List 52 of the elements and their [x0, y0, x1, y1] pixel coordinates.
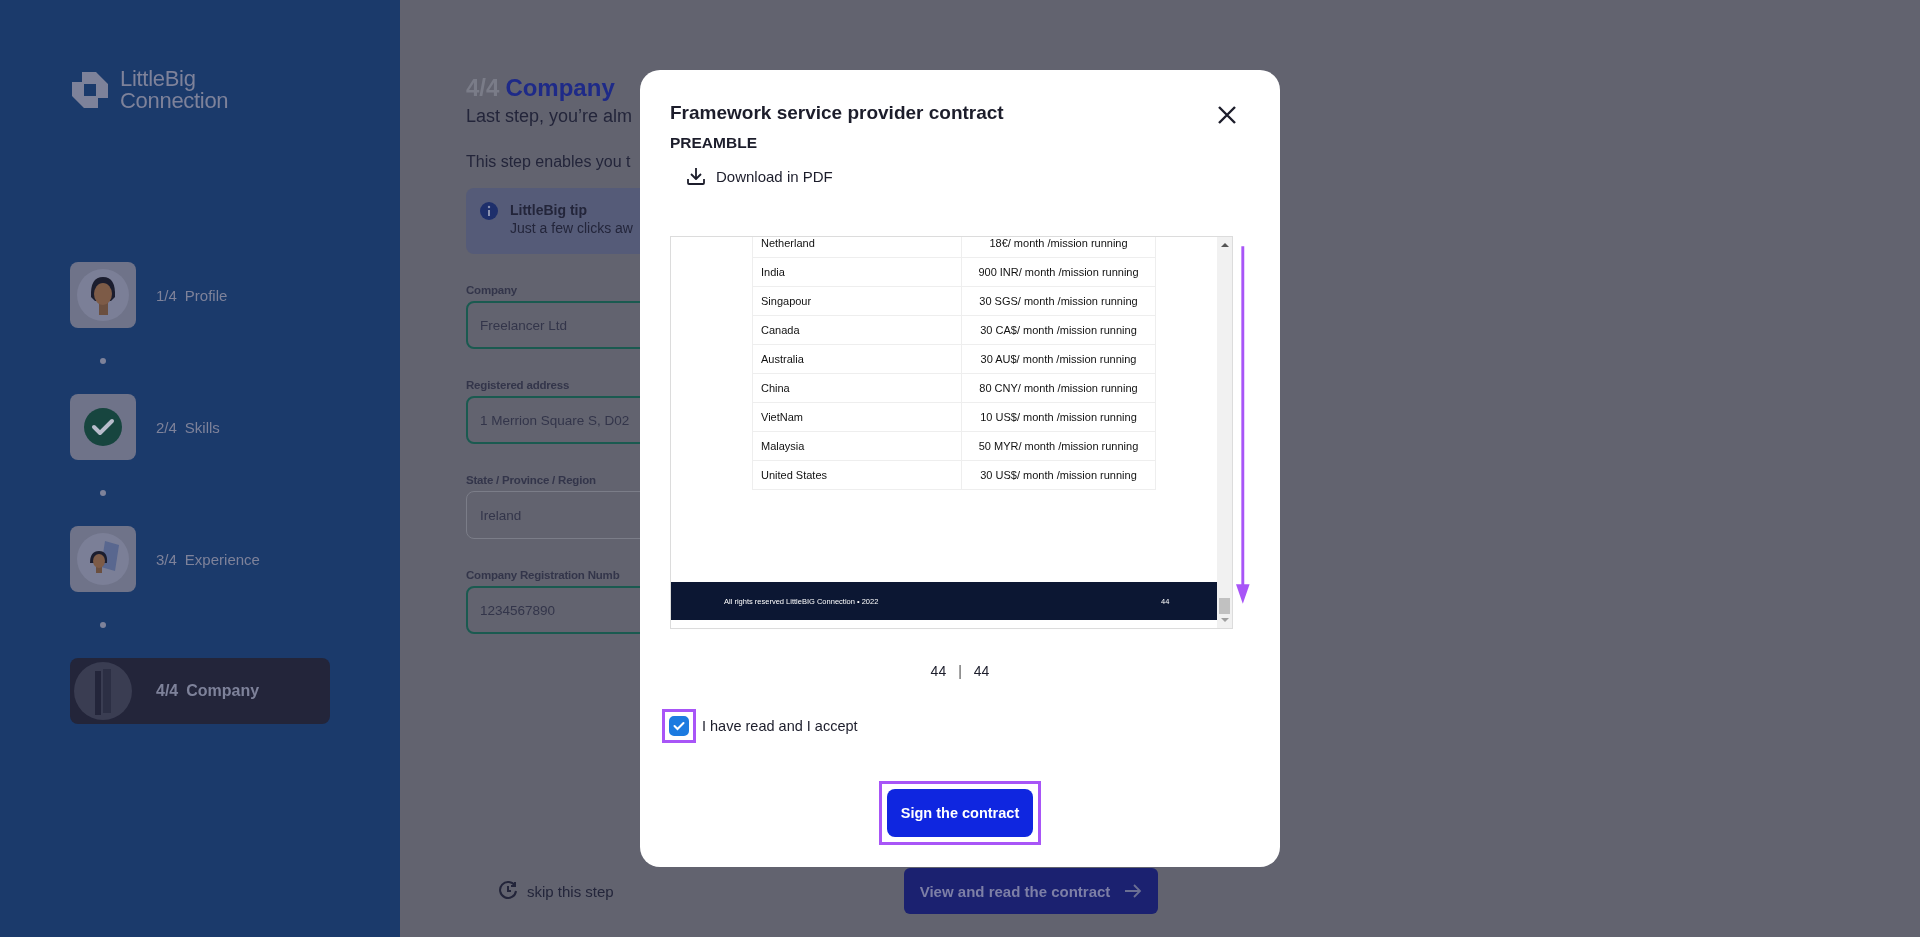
skip-link[interactable]: skip this step: [497, 880, 614, 902]
step-item[interactable]: 1/4 Profile: [70, 262, 330, 328]
clock-icon: [497, 880, 519, 902]
table-cell-text: 80 CNY/ month /mission running: [978, 381, 1139, 396]
tip-text: Just a few clicks aw: [510, 220, 633, 236]
sign-button[interactable]: Sign the contract: [886, 789, 1034, 837]
close-icon[interactable]: [1218, 106, 1236, 124]
table-cell: Malaysia: [753, 432, 962, 460]
dialog-title: Framework service provider contract: [670, 102, 1004, 124]
table-cell-text: 30 US$/ month /mission running: [979, 468, 1138, 483]
page-title: Company: [505, 74, 615, 101]
accept-checkbox[interactable]: [669, 716, 689, 736]
view-contract-button[interactable]: View and read the contract: [903, 868, 1159, 914]
table-cell-text: 10 US$/ month /mission running: [979, 410, 1138, 425]
check-icon: [673, 721, 685, 731]
table-cell: Australia: [753, 345, 962, 373]
info-icon: [480, 202, 498, 220]
table-cell: China: [753, 374, 962, 402]
scrollbar[interactable]: [1217, 237, 1233, 628]
table-cell-text: 30 SGS/ month /mission running: [978, 294, 1139, 309]
table-cell-text: 50 MYR/ month /mission running: [977, 439, 1140, 454]
person-documents-icon: [75, 531, 131, 587]
step-item[interactable]: 2/4 Skills: [70, 394, 330, 460]
table-cell: United States: [753, 461, 962, 489]
total-pages: 44: [973, 663, 990, 679]
table-cell: Singapour: [753, 287, 962, 315]
arrow-right-icon: [1124, 884, 1143, 898]
table-cell-text: 30 AU$/ month /mission running: [979, 352, 1138, 367]
current-page: 44: [930, 663, 947, 679]
logo-text: LittleBig: [120, 68, 196, 90]
intro-text: This step enables you t: [466, 153, 631, 171]
table-cell: India: [753, 258, 962, 286]
person-icon: [75, 267, 131, 323]
download-link[interactable]: Download in PDF: [686, 166, 833, 186]
download-icon: [686, 166, 706, 186]
check-icon: [83, 407, 123, 447]
step-item[interactable]: 3/4 Experience: [70, 526, 330, 592]
table-cell-text: 900 INR/ month /mission running: [977, 265, 1140, 280]
logo-text: Connection: [120, 90, 229, 112]
table-cell-text: 18€/ month /mission running: [988, 237, 1129, 251]
step-item[interactable]: 4/4 Company: [70, 658, 330, 724]
subtitle: Last step, you’re alm: [466, 105, 633, 128]
page-separator: |: [958, 663, 962, 679]
checkbox-label: I have read and I accept: [702, 718, 858, 734]
tip-title: LittleBig tip: [510, 202, 588, 218]
building-icon: [73, 661, 133, 721]
table-cell: Canada: [753, 316, 962, 344]
section-title: PREAMBLE: [670, 134, 758, 152]
table-cell-text: 30 CA$/ month /mission running: [979, 323, 1138, 338]
table-cell: Netherland: [753, 237, 962, 257]
logo-icon: [70, 70, 110, 110]
table-cell: VietNam: [753, 403, 962, 431]
